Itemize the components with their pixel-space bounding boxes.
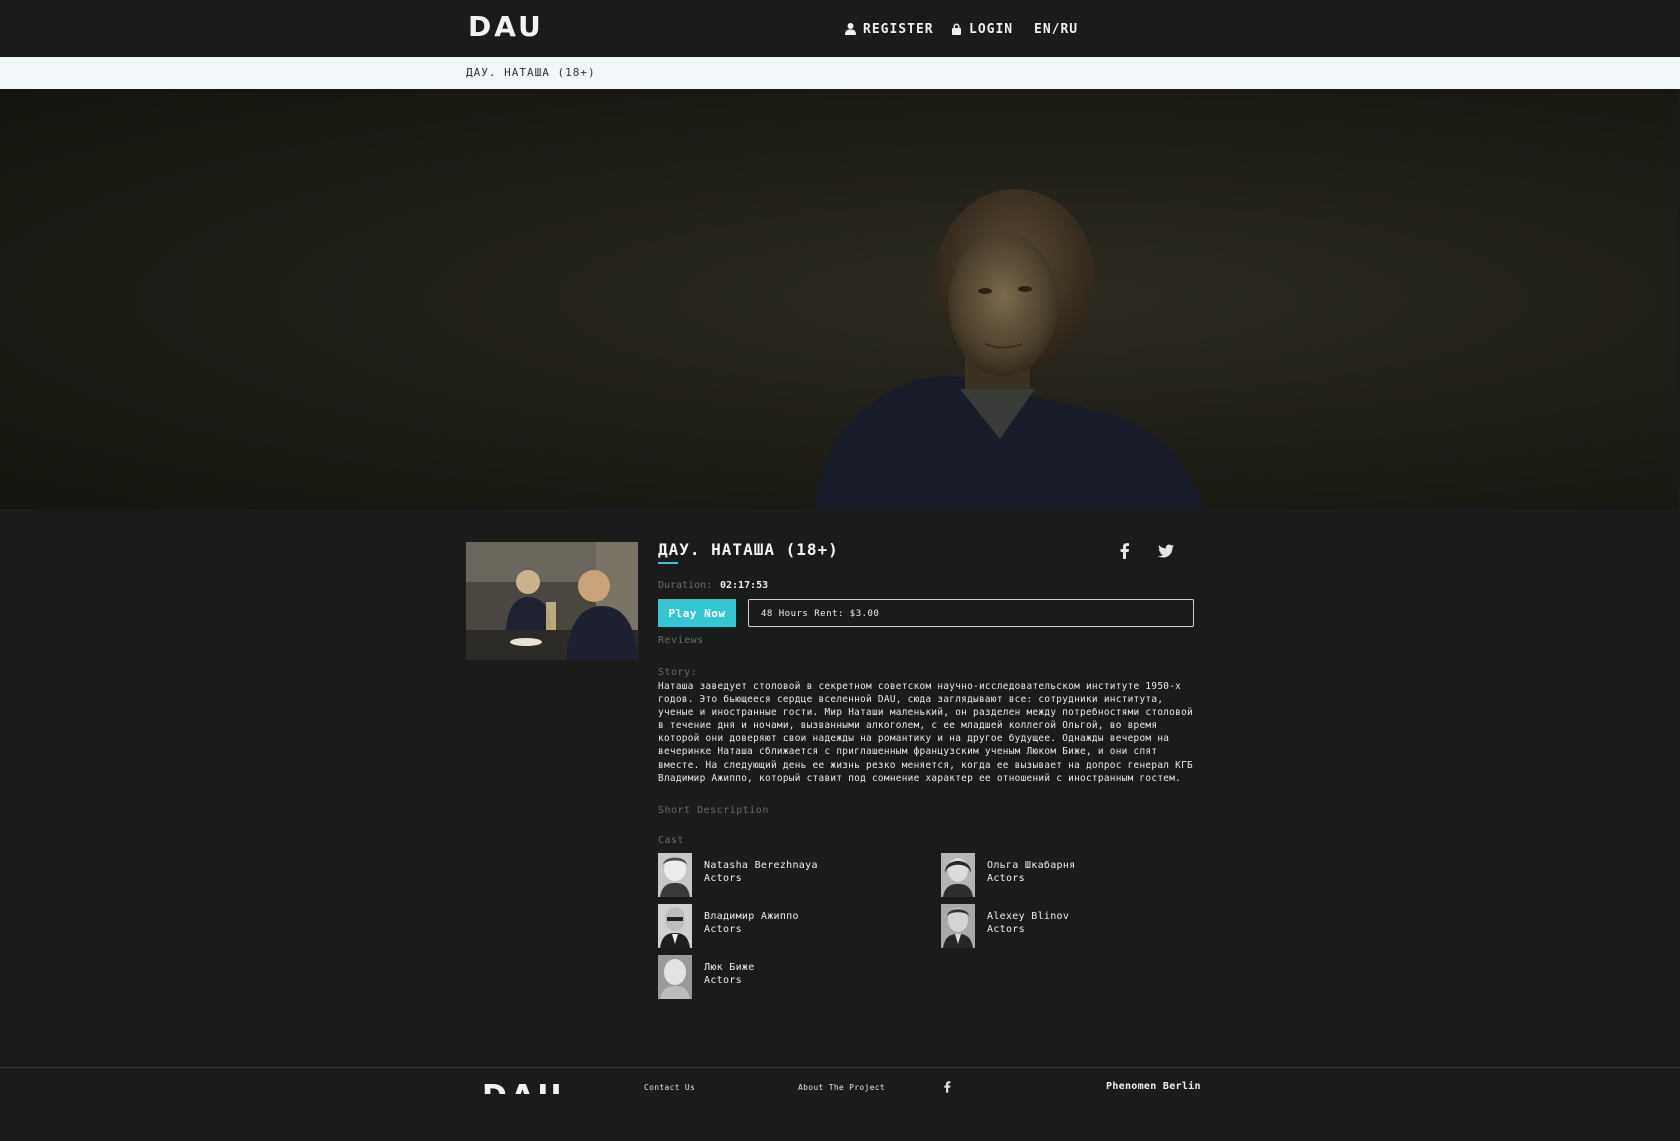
cast-role: Actors bbox=[704, 975, 742, 986]
cast-role: Actors bbox=[704, 873, 742, 884]
cast-role: Actors bbox=[987, 873, 1025, 884]
cast-name: Natasha Berezhnaya bbox=[704, 860, 818, 871]
footer-contact-link[interactable]: Contact Us bbox=[644, 1083, 695, 1092]
cast-name: Люк Биже bbox=[704, 962, 755, 973]
cast-role: Actors bbox=[987, 924, 1025, 935]
twitter-icon[interactable] bbox=[1157, 542, 1175, 560]
cast-role: Actors bbox=[704, 924, 742, 935]
cast-photo bbox=[658, 904, 692, 948]
film-poster bbox=[466, 542, 638, 660]
footer-logo[interactable]: DAU bbox=[482, 1082, 582, 1094]
reviews-link[interactable]: Reviews bbox=[658, 635, 704, 646]
cast-photo bbox=[941, 904, 975, 948]
cast-label: Cast bbox=[658, 835, 685, 846]
footer-divider bbox=[0, 1067, 1680, 1068]
hero-still-image bbox=[0, 89, 1680, 509]
facebook-icon[interactable] bbox=[1116, 542, 1134, 560]
user-icon bbox=[845, 23, 856, 35]
cast-member[interactable]: Владимир Ажиппо Actors bbox=[658, 904, 799, 948]
footer-about-link[interactable]: About The Project bbox=[798, 1083, 885, 1092]
duration-label: Duration: bbox=[658, 580, 713, 591]
short-description-link[interactable]: Short Description bbox=[658, 805, 769, 816]
site-logo[interactable]: DAU bbox=[468, 10, 544, 43]
lock-icon bbox=[952, 23, 961, 35]
cast-name: Владимир Ажиппо bbox=[704, 911, 799, 922]
cast-photo bbox=[658, 853, 692, 897]
hero-figure bbox=[815, 189, 1205, 509]
film-title: ДАУ. НАТАША (18+) bbox=[658, 540, 839, 559]
breadcrumb-bar: ДАУ. НАТАША (18+) bbox=[0, 57, 1680, 89]
login-label: LOGIN bbox=[969, 21, 1014, 37]
story-text: Наташа заведует столовой в секретном сов… bbox=[658, 681, 1193, 784]
cast-photo bbox=[941, 853, 975, 897]
footer-logo-text: DAU bbox=[482, 1082, 582, 1094]
login-link[interactable]: LOGIN bbox=[951, 20, 1013, 38]
language-label: EN/RU bbox=[1034, 21, 1079, 37]
play-now-button[interactable]: Play Now bbox=[658, 599, 736, 627]
footer-facebook-icon[interactable] bbox=[941, 1080, 954, 1094]
story-label: Story: bbox=[658, 667, 698, 678]
register-label: REGISTER bbox=[863, 21, 934, 37]
duration-value: 02:17:53 bbox=[720, 580, 769, 591]
title-accent-line bbox=[658, 562, 678, 564]
top-navigation-bar: DAU REGISTER LOGIN EN/RU bbox=[0, 0, 1680, 57]
cast-member[interactable]: Люк Биже Actors bbox=[658, 955, 755, 999]
cast-member[interactable]: Alexey Blinov Actors bbox=[941, 904, 1069, 948]
cast-name: Ольга Шкабарня bbox=[987, 860, 1076, 871]
footer-phenomen-link[interactable]: Phenomen Berlin bbox=[1106, 1081, 1201, 1092]
rent-option-button[interactable]: 48 Hours Rent: $3.00 bbox=[748, 599, 1194, 627]
breadcrumb: ДАУ. НАТАША (18+) bbox=[466, 66, 596, 79]
cast-member[interactable]: Ольга Шкабарня Actors bbox=[941, 853, 1076, 897]
language-switch[interactable]: EN/RU bbox=[1034, 20, 1078, 38]
cast-name: Alexey Blinov bbox=[987, 911, 1070, 922]
register-link[interactable]: REGISTER bbox=[845, 20, 934, 38]
cast-member[interactable]: Natasha Berezhnaya Actors bbox=[658, 853, 818, 897]
cast-photo bbox=[658, 955, 692, 999]
